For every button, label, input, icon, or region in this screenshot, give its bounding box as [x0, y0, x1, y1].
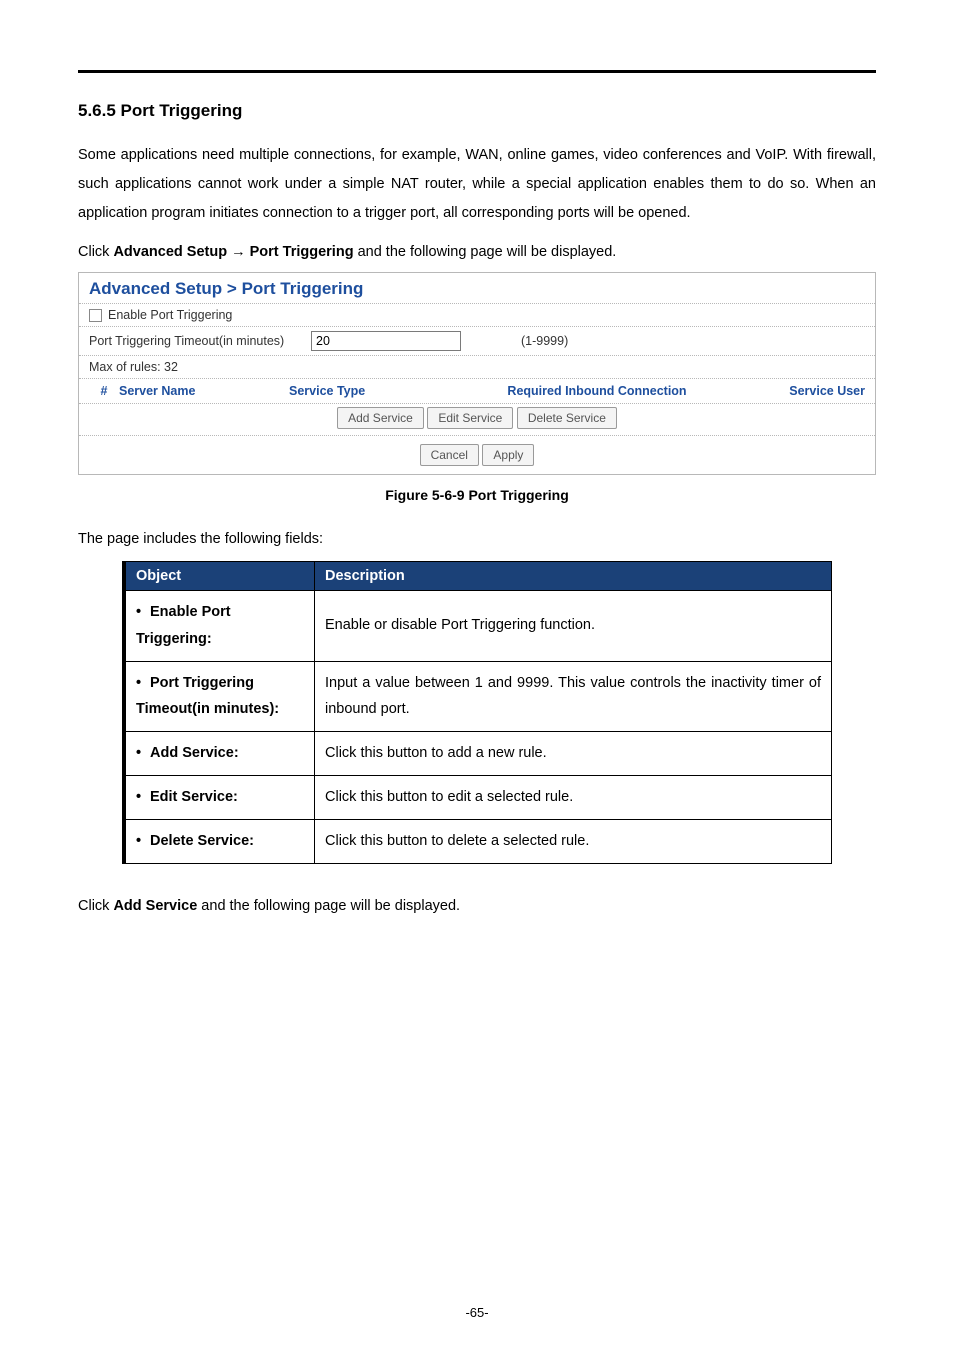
enable-checkbox[interactable]	[89, 309, 102, 322]
figure-caption: Figure 5-6-9 Port Triggering	[78, 487, 876, 503]
obj-text: Delete Service:	[150, 833, 254, 849]
table-header-row: Object Description	[124, 562, 832, 591]
nav-prefix: Click	[78, 244, 113, 260]
intro-paragraph: Some applications need multiple connecti…	[78, 141, 876, 228]
table-row: •Delete Service: Click this button to de…	[124, 819, 832, 863]
fields-intro: The page includes the following fields:	[78, 531, 876, 547]
max-rules-label: Max of rules: 32	[89, 360, 178, 374]
panel-title: Advanced Setup > Port Triggering	[79, 273, 875, 303]
timeout-input[interactable]	[311, 331, 461, 351]
fields-table: Object Description •Enable Port Triggeri…	[122, 561, 832, 864]
col-service-type: Service Type	[289, 384, 429, 398]
enable-row: Enable Port Triggering	[79, 303, 875, 326]
th-object: Object	[124, 562, 315, 591]
post-suffix: and the following page will be displayed…	[197, 898, 460, 914]
nav-instruction: Click Advanced Setup → Port Triggering a…	[78, 244, 876, 260]
col-server-name: Server Name	[119, 384, 289, 398]
th-description: Description	[315, 562, 832, 591]
port-triggering-panel: Advanced Setup > Port Triggering Enable …	[78, 272, 876, 475]
obj-cell: •Add Service:	[124, 732, 315, 776]
obj-cell: •Enable Port Triggering:	[124, 591, 315, 662]
timeout-label: Port Triggering Timeout(in minutes)	[89, 334, 311, 348]
section-heading: 5.6.5 Port Triggering	[78, 101, 876, 121]
post-bold: Add Service	[113, 898, 197, 914]
obj-text: Port Triggering Timeout(in minutes):	[136, 675, 279, 718]
edit-service-button[interactable]: Edit Service	[427, 407, 513, 429]
table-row: •Enable Port Triggering: Enable or disab…	[124, 591, 832, 662]
table-row: •Add Service: Click this button to add a…	[124, 732, 832, 776]
table-row: •Edit Service: Click this button to edit…	[124, 776, 832, 820]
col-index: #	[89, 384, 119, 398]
col-service-user: Service User	[765, 384, 865, 398]
nav-bold-1: Advanced Setup	[113, 244, 227, 260]
delete-service-button[interactable]: Delete Service	[517, 407, 617, 429]
nav-arrow: →	[227, 244, 250, 260]
service-buttons-row: Add Service Edit Service Delete Service	[79, 403, 875, 435]
apply-button[interactable]: Apply	[482, 444, 534, 466]
obj-cell: •Delete Service:	[124, 819, 315, 863]
desc-cell: Click this button to delete a selected r…	[315, 819, 832, 863]
cancel-button[interactable]: Cancel	[420, 444, 479, 466]
post-table-instruction: Click Add Service and the following page…	[78, 898, 876, 914]
desc-cell: Click this button to add a new rule.	[315, 732, 832, 776]
col-required-inbound: Required Inbound Connection	[429, 384, 765, 398]
rules-header-row: # Server Name Service Type Required Inbo…	[79, 378, 875, 403]
enable-label: Enable Port Triggering	[108, 308, 232, 322]
desc-cell: Input a value between 1 and 9999. This v…	[315, 661, 832, 732]
timeout-row: Port Triggering Timeout(in minutes) (1-9…	[79, 326, 875, 355]
post-prefix: Click	[78, 898, 113, 914]
timeout-hint: (1-9999)	[521, 334, 568, 348]
nav-suffix: and the following page will be displayed…	[354, 244, 617, 260]
desc-cell: Enable or disable Port Triggering functi…	[315, 591, 832, 662]
top-rule	[78, 70, 876, 73]
obj-text: Edit Service:	[150, 789, 238, 805]
add-service-button[interactable]: Add Service	[337, 407, 424, 429]
max-rules-row: Max of rules: 32	[79, 355, 875, 378]
table-row: •Port Triggering Timeout(in minutes): In…	[124, 661, 832, 732]
obj-text: Enable Port Triggering:	[136, 604, 231, 647]
desc-cell: Click this button to edit a selected rul…	[315, 776, 832, 820]
obj-cell: •Port Triggering Timeout(in minutes):	[124, 661, 315, 732]
obj-cell: •Edit Service:	[124, 776, 315, 820]
nav-bold-2: Port Triggering	[250, 244, 354, 260]
apply-buttons-row: Cancel Apply	[79, 435, 875, 474]
obj-text: Add Service:	[150, 745, 239, 761]
page-number: -65-	[0, 1305, 954, 1320]
